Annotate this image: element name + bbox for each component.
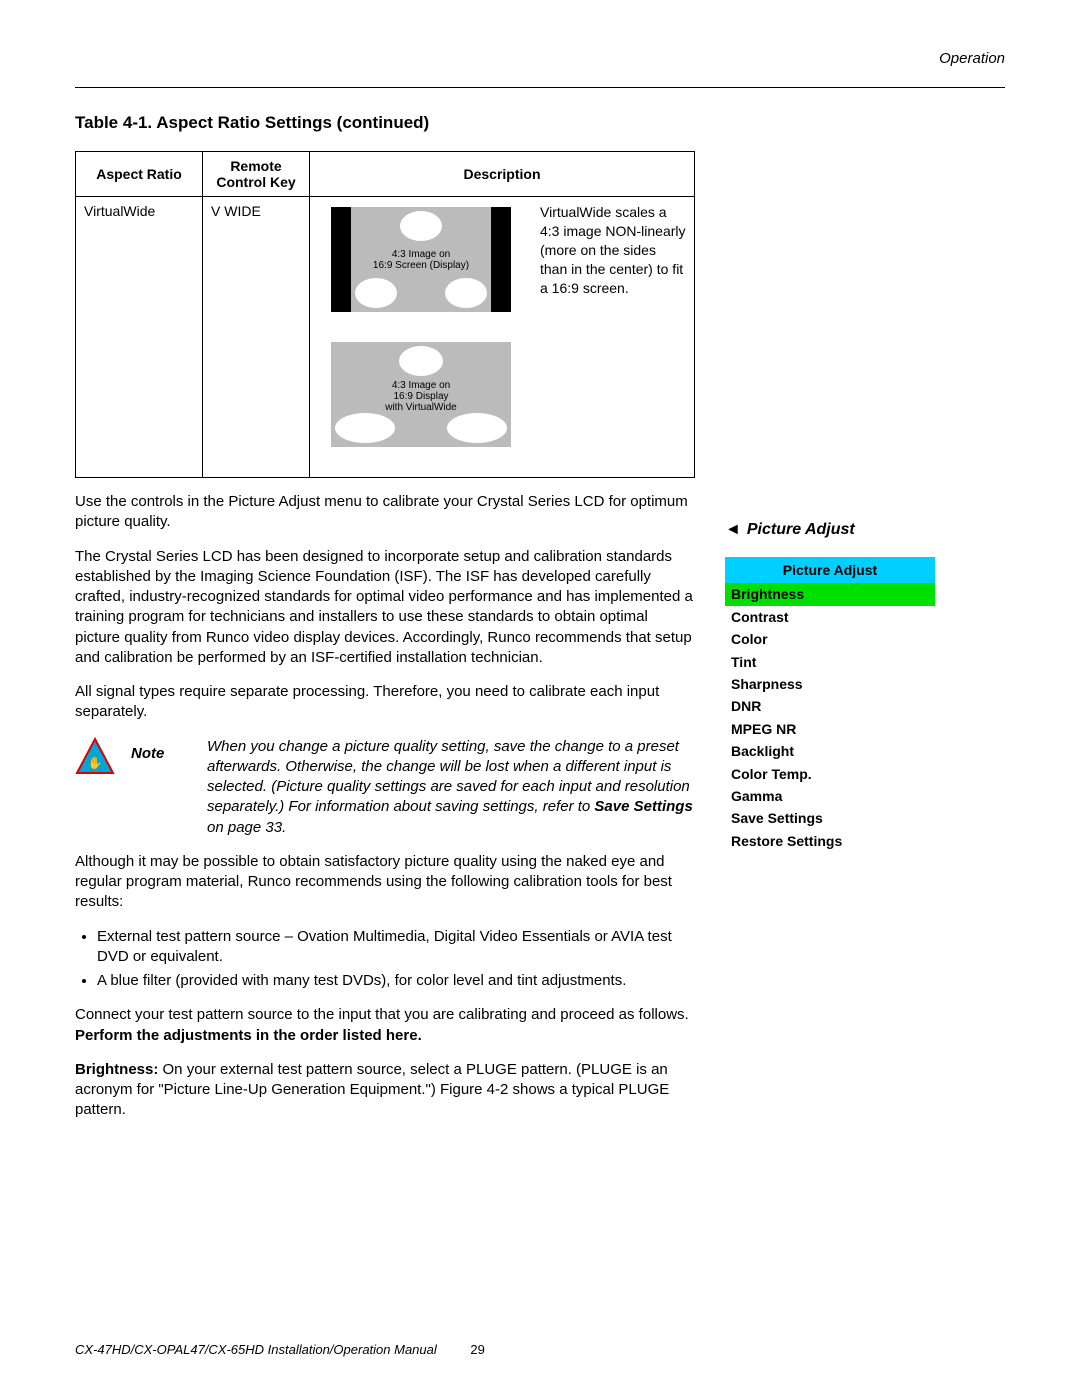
p6-strong: Brightness: bbox=[75, 1061, 158, 1078]
menu-title: Picture Adjust bbox=[725, 557, 935, 583]
footer-text: CX-47HD/CX-OPAL47/CX-65HD Installation/O… bbox=[75, 1342, 437, 1357]
note-text-post: on page 33. bbox=[207, 819, 286, 836]
menu-item-selected: Brightness bbox=[725, 583, 935, 605]
page-number: 29 bbox=[470, 1342, 484, 1357]
menu-item: Save Settings bbox=[725, 807, 935, 829]
svg-text:✋: ✋ bbox=[88, 756, 103, 770]
paragraph: Although it may be possible to obtain sa… bbox=[75, 852, 695, 913]
note-block: ✋ Note When you change a picture quality… bbox=[75, 737, 695, 838]
header-section: Operation bbox=[75, 50, 1005, 67]
p6-text: On your external test pattern source, se… bbox=[75, 1061, 669, 1119]
cell-aspect: VirtualWide bbox=[76, 197, 203, 478]
menu-item: Gamma bbox=[725, 785, 935, 807]
p5-pre: Connect your test pattern source to the … bbox=[75, 1006, 689, 1023]
side-heading: ◄ Picture Adjust bbox=[725, 521, 1005, 539]
diagram1-caption-l1: 4:3 Image on bbox=[392, 249, 450, 260]
page: Operation Table 4-1. Aspect Ratio Settin… bbox=[0, 0, 1080, 1397]
bullet-list: External test pattern source – Ovation M… bbox=[75, 927, 695, 992]
warning-icon: ✋ bbox=[75, 737, 115, 775]
list-item: A blue filter (provided with many test D… bbox=[97, 971, 695, 991]
list-item: External test pattern source – Ovation M… bbox=[97, 927, 695, 968]
footer: CX-47HD/CX-OPAL47/CX-65HD Installation/O… bbox=[75, 1342, 485, 1357]
paragraph: The Crystal Series LCD has been designed… bbox=[75, 547, 695, 669]
note-strong: Save Settings bbox=[594, 798, 692, 815]
paragraph: Brightness: On your external test patter… bbox=[75, 1060, 695, 1121]
menu-item: Backlight bbox=[725, 740, 935, 762]
menu-item: Tint bbox=[725, 651, 935, 673]
diagram2-caption-l2: 16:9 Display bbox=[393, 391, 448, 402]
diagram2-caption-l3: with VirtualWide bbox=[385, 402, 457, 413]
p5-strong: Perform the adjustments in the order lis… bbox=[75, 1027, 422, 1044]
diagram-pillarbox: 4:3 Image on 16:9 Screen (Display) bbox=[331, 207, 511, 312]
col-desc: Description bbox=[310, 152, 695, 197]
menu-item: DNR bbox=[725, 695, 935, 717]
col-remote: Remote Control Key bbox=[203, 152, 310, 197]
content-row: Aspect Ratio Remote Control Key Descript… bbox=[75, 151, 1005, 1135]
paragraph: Connect your test pattern source to the … bbox=[75, 1005, 695, 1046]
diagram1-caption-l2: 16:9 Screen (Display) bbox=[373, 260, 469, 271]
diagram2-caption-l1: 4:3 Image on bbox=[392, 380, 450, 391]
table-header-row: Aspect Ratio Remote Control Key Descript… bbox=[76, 152, 695, 197]
diagram-virtualwide: 4:3 Image on 16:9 Display with VirtualWi… bbox=[331, 342, 511, 447]
menu-item: Sharpness bbox=[725, 673, 935, 695]
paragraph: Use the controls in the Picture Adjust m… bbox=[75, 492, 695, 533]
divider bbox=[75, 87, 1005, 88]
menu-item: Color Temp. bbox=[725, 763, 935, 785]
main-column: Aspect Ratio Remote Control Key Descript… bbox=[75, 151, 695, 1135]
cell-diagram: 4:3 Image on 16:9 Screen (Display) bbox=[310, 197, 533, 478]
diagram-inner-full: 4:3 Image on 16:9 Display with VirtualWi… bbox=[331, 342, 511, 447]
note-text: When you change a picture quality settin… bbox=[207, 737, 695, 838]
desc-text: VirtualWide scales a 4:3 image NON-linea… bbox=[540, 203, 686, 297]
cell-key: V WIDE bbox=[203, 197, 310, 478]
aspect-ratio-table: Aspect Ratio Remote Control Key Descript… bbox=[75, 151, 695, 478]
picture-adjust-menu: Picture Adjust Brightness Contrast Color… bbox=[725, 557, 935, 852]
cell-desc-text: VirtualWide scales a 4:3 image NON-linea… bbox=[532, 197, 695, 478]
menu-item: MPEG NR bbox=[725, 718, 935, 740]
note-label: Note bbox=[131, 737, 191, 762]
diagram-inner-43: 4:3 Image on 16:9 Screen (Display) bbox=[351, 207, 491, 312]
side-heading-text: Picture Adjust bbox=[747, 521, 855, 538]
table-title: Table 4-1. Aspect Ratio Settings (contin… bbox=[75, 113, 1005, 133]
menu-item: Restore Settings bbox=[725, 830, 935, 852]
table-row: VirtualWide V WIDE bbox=[76, 197, 695, 478]
side-column: ◄ Picture Adjust Picture Adjust Brightnes… bbox=[725, 151, 1005, 852]
menu-item: Contrast bbox=[725, 606, 935, 628]
col-aspect: Aspect Ratio bbox=[76, 152, 203, 197]
arrow-left-icon: ◄ bbox=[725, 521, 741, 538]
menu-item: Color bbox=[725, 628, 935, 650]
paragraph: All signal types require separate proces… bbox=[75, 682, 695, 723]
diagram-column: 4:3 Image on 16:9 Screen (Display) bbox=[316, 207, 526, 447]
